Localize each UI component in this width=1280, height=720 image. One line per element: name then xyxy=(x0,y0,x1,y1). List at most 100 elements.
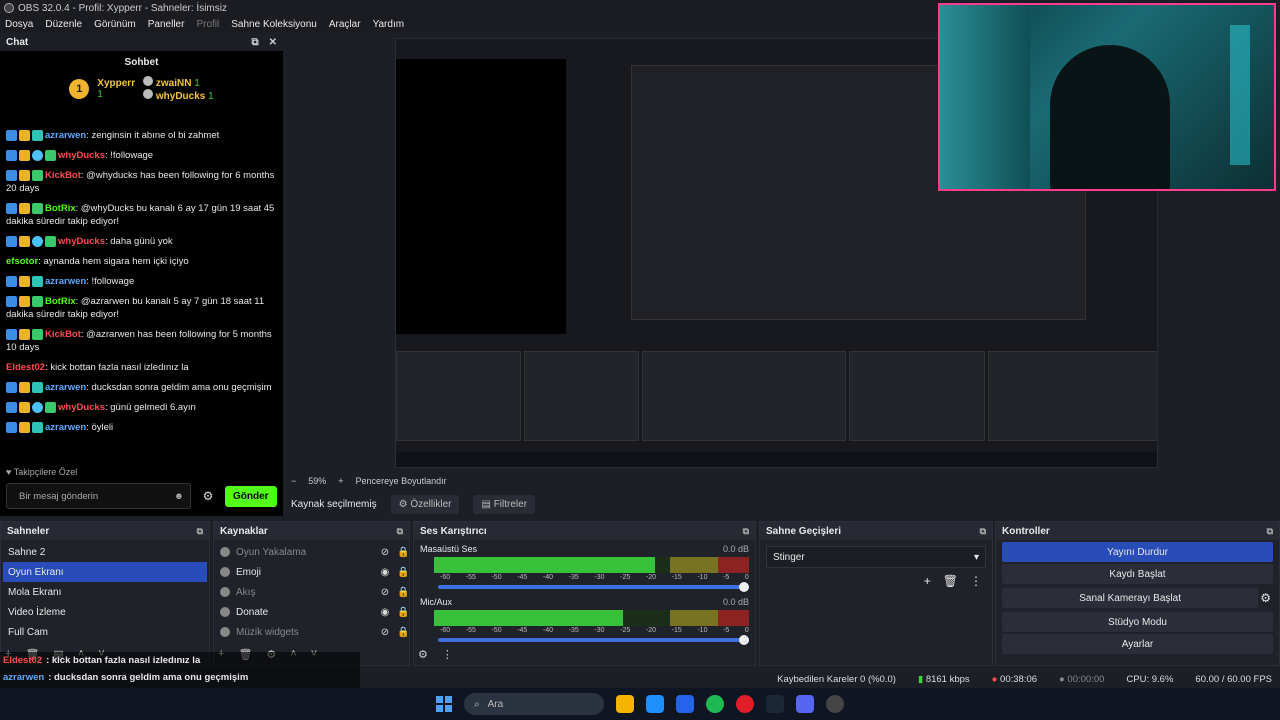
leader-name[interactable]: whyDucks xyxy=(156,91,205,102)
menu-araclar[interactable]: Araçlar xyxy=(329,19,361,30)
chat-username[interactable]: azrarwen xyxy=(45,422,86,433)
chat-messages[interactable]: azrarwen: zenginsin it abıne ol bi zahme… xyxy=(0,125,283,460)
dock-menu-icon[interactable]: ⧉ xyxy=(197,526,203,537)
chat-username[interactable]: whyDucks xyxy=(58,402,105,413)
dock-menu-icon[interactable]: ⧉ xyxy=(397,526,403,537)
gear-icon[interactable]: ⚙ xyxy=(1260,591,1271,605)
chat-username[interactable]: Eldest02 xyxy=(6,362,45,373)
source-item[interactable]: Emoji ◉ 🔒 xyxy=(216,562,409,582)
leader-name[interactable]: Xypperr xyxy=(97,78,135,89)
settings-button[interactable]: Ayarlar xyxy=(1002,634,1273,654)
hidden-eye-icon[interactable]: ⊘ xyxy=(379,627,391,638)
menu-paneller[interactable]: Paneller xyxy=(148,19,185,30)
close-icon[interactable]: ✕ xyxy=(269,37,277,48)
chat-message[interactable]: BotRix: @whyDucks bu kanalı 6 ay 17 gün … xyxy=(6,202,277,228)
chat-message[interactable]: whyDucks: daha günü yok xyxy=(6,235,277,248)
chat-message[interactable]: BotRix: @azrarwen bu kanalı 5 ay 7 gün 1… xyxy=(6,295,277,321)
source-item[interactable]: Akış ⊘ 🔒 xyxy=(216,582,409,602)
menu-gorunum[interactable]: Görünüm xyxy=(94,19,136,30)
chat-message[interactable]: KickBot: @whyducks has been following fo… xyxy=(6,169,277,195)
menu-yardim[interactable]: Yardım xyxy=(373,19,405,30)
scene-item[interactable]: Mola Ekranı xyxy=(3,582,207,602)
steam-icon[interactable] xyxy=(766,695,784,713)
fit-to-window[interactable]: Pencereye Boyutlandır xyxy=(356,476,447,486)
chat-message[interactable]: Eldest02: kick bottan fazla nasıl izledı… xyxy=(6,361,277,374)
menu-dosya[interactable]: Dosya xyxy=(5,19,33,30)
hidden-eye-icon[interactable]: ⊘ xyxy=(379,587,391,598)
gear-icon[interactable]: ⚙ xyxy=(197,489,219,503)
opera-icon[interactable] xyxy=(736,695,754,713)
tick-label: -5 xyxy=(723,574,730,581)
chat-message[interactable]: azrarwen: !followage xyxy=(6,275,277,288)
emoji-icon[interactable]: ☻ xyxy=(174,491,184,502)
scene-item[interactable]: Video İzleme xyxy=(3,602,207,622)
chat-username[interactable]: azrarwen xyxy=(45,382,86,393)
chat-message[interactable]: azrarwen: öyleli xyxy=(6,421,277,434)
transition-select[interactable]: Stinger ▾ xyxy=(766,546,986,568)
studio-mode-button[interactable]: Stüdyo Modu xyxy=(1002,612,1273,632)
chat-username[interactable]: azrarwen xyxy=(45,130,86,141)
chat-input[interactable]: Bir mesaj gönderin ☻ xyxy=(6,483,191,509)
menu-sahne-koleksiyonu[interactable]: Sahne Koleksiyonu xyxy=(231,19,317,30)
store-icon[interactable] xyxy=(676,695,694,713)
chat-message[interactable]: whyDucks: !followage xyxy=(6,149,277,162)
scene-item[interactable]: Sahne 2 xyxy=(3,542,207,562)
folder-icon[interactable] xyxy=(616,695,634,713)
start-virtualcam-button[interactable]: Sanal Kamerayı Başlat xyxy=(1002,588,1259,608)
chat-username[interactable]: BotRix xyxy=(45,203,76,214)
discord-icon[interactable] xyxy=(796,695,814,713)
menu-profil[interactable]: Profil xyxy=(196,19,219,30)
chat-username[interactable]: whyDucks xyxy=(58,150,105,161)
lock-icon[interactable]: 🔒 xyxy=(397,587,409,598)
lock-icon[interactable]: 🔒 xyxy=(397,567,409,578)
source-item[interactable]: Oyun Yakalama ⊘ 🔒 xyxy=(216,542,409,562)
leader-name[interactable]: zwaiNN xyxy=(156,78,192,89)
properties-button[interactable]: ⚙ Özellikler xyxy=(390,494,460,514)
chat-username[interactable]: azrarwen xyxy=(45,276,86,287)
more-icon[interactable]: ⋮ xyxy=(442,648,453,661)
trash-icon[interactable]: 🗑 xyxy=(943,574,958,588)
spotify-icon[interactable] xyxy=(706,695,724,713)
zoom-out-icon[interactable]: − xyxy=(291,476,296,486)
stop-stream-button[interactable]: Yayını Durdur xyxy=(1002,542,1273,562)
chat-username[interactable]: KickBot xyxy=(45,329,81,340)
source-item[interactable]: Müzik widgets ⊘ 🔒 xyxy=(216,622,409,642)
chat-message[interactable]: KickBot: @azrarwen has been following fo… xyxy=(6,328,277,354)
hidden-eye-icon[interactable]: ⊘ xyxy=(379,547,391,558)
windows-start-icon[interactable] xyxy=(436,696,452,712)
float-icon[interactable]: ⧉ xyxy=(251,37,258,48)
taskbar-search[interactable]: ⌕ Ara xyxy=(464,693,604,715)
send-button[interactable]: Gönder xyxy=(225,485,277,507)
dock-menu-icon[interactable]: ⧉ xyxy=(1267,526,1273,537)
filters-button[interactable]: ▤ Filtreler xyxy=(473,494,536,514)
obs-icon[interactable] xyxy=(826,695,844,713)
chat-message[interactable]: azrarwen: ducksdan sonra geldim ama onu … xyxy=(6,381,277,394)
menu-duzenle[interactable]: Düzenle xyxy=(45,19,82,30)
chat-message[interactable]: efsotor: aynanda hem sigara hem içki içi… xyxy=(6,255,277,268)
chat-username[interactable]: BotRix xyxy=(45,296,76,307)
dock-menu-icon[interactable]: ⧉ xyxy=(743,526,749,537)
eye-icon[interactable]: ◉ xyxy=(379,607,391,618)
source-type-icon xyxy=(220,627,230,637)
mixer-settings-icon[interactable]: ⚙ xyxy=(418,648,428,661)
eye-icon[interactable]: ◉ xyxy=(379,567,391,578)
zoom-in-icon[interactable]: + xyxy=(338,476,343,486)
edge-icon[interactable] xyxy=(646,695,664,713)
scene-item[interactable]: Full Cam xyxy=(3,622,207,642)
lock-icon[interactable]: 🔒 xyxy=(397,607,409,618)
lock-icon[interactable]: 🔒 xyxy=(397,547,409,558)
source-item[interactable]: Donate ◉ 🔒 xyxy=(216,602,409,622)
scene-item[interactable]: Oyun Ekranı xyxy=(3,562,207,582)
volume-slider[interactable] xyxy=(438,635,749,645)
chat-message[interactable]: azrarwen: zenginsin it abıne ol bi zahme… xyxy=(6,129,277,142)
dock-menu-icon[interactable]: ⧉ xyxy=(980,526,986,537)
lock-icon[interactable]: 🔒 xyxy=(397,627,409,638)
chat-username[interactable]: efsotor xyxy=(6,256,38,267)
chat-message[interactable]: whyDucks: günü gelmedi 6.ayın xyxy=(6,401,277,414)
add-icon[interactable]: + xyxy=(924,574,931,588)
start-recording-button[interactable]: Kaydı Başlat xyxy=(1002,564,1273,584)
more-icon[interactable]: ⋮ xyxy=(970,574,982,588)
chat-username[interactable]: KickBot xyxy=(45,170,81,181)
chat-username[interactable]: whyDucks xyxy=(58,236,105,247)
volume-slider[interactable] xyxy=(438,582,749,592)
